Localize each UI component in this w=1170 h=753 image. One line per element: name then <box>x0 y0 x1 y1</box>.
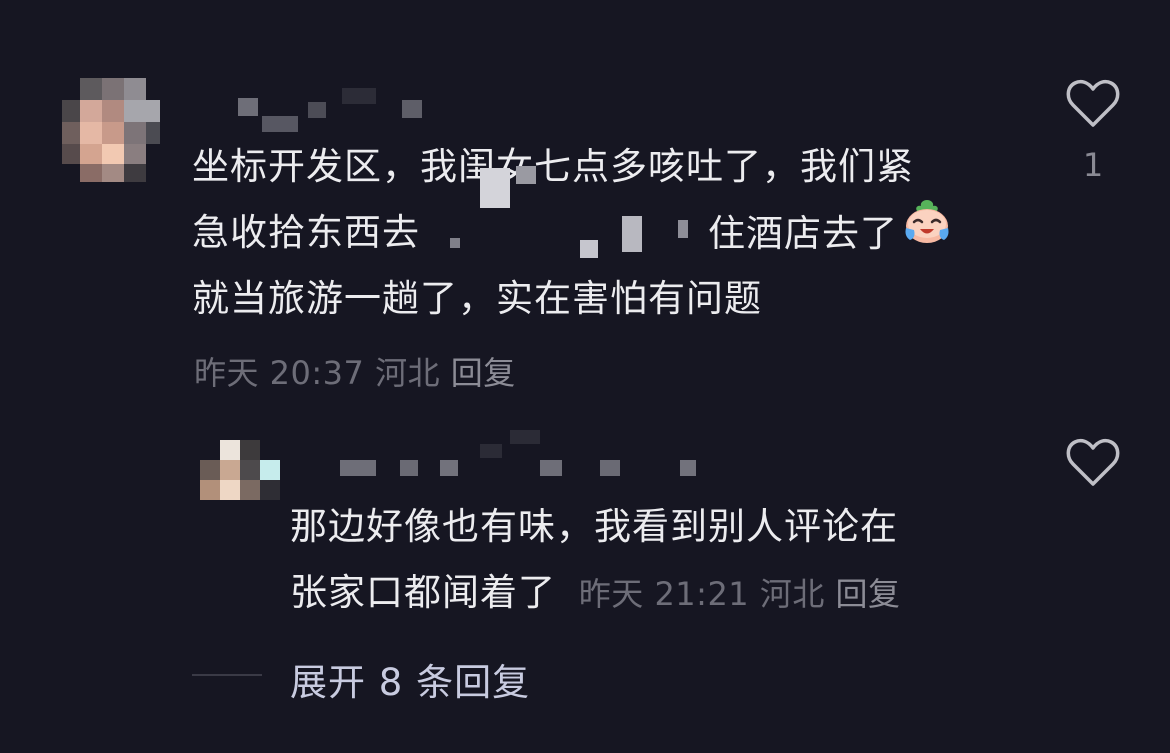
reply-text-line-1: 那边好像也有味，我看到别人评论在 <box>290 505 898 548</box>
username[interactable] <box>340 430 720 484</box>
like-button[interactable] <box>1066 79 1120 129</box>
comment-meta: 昨天 20:37 河北 回复 <box>194 348 516 394</box>
reply-button[interactable]: 回复 <box>836 575 901 613</box>
comment-location: 河北 <box>375 354 441 392</box>
comment-text-line-2b: 住酒店去了 <box>708 200 952 271</box>
like-count: 1 <box>1082 146 1104 184</box>
heart-icon <box>1066 79 1120 127</box>
comment-text-line-3: 就当旅游一趟了，实在害怕有问题 <box>192 277 762 320</box>
divider <box>192 674 262 676</box>
comment-text-line-2a: 急收拾东西去 <box>192 211 420 254</box>
reply-location: 河北 <box>759 575 825 613</box>
username[interactable] <box>238 88 428 136</box>
reply-meta: 昨天 21:21 河北 回复 <box>579 575 901 613</box>
reply-button[interactable]: 回复 <box>451 354 516 392</box>
expand-replies-button[interactable]: 展开 8 条回复 <box>290 652 530 706</box>
avatar[interactable] <box>200 440 282 502</box>
comment-text-line-1: 坐标开发区，我闺女七点多咳吐了，我们紧 <box>192 145 914 188</box>
comment-time: 昨天 20:37 <box>194 354 365 392</box>
like-button[interactable] <box>1066 438 1120 488</box>
reply-text-line-2: 张家口都闻着了 昨天 21:21 河北 回复 <box>290 571 901 614</box>
redacted-text <box>450 166 700 266</box>
reply-time: 昨天 21:21 <box>578 575 750 613</box>
avatar[interactable] <box>62 78 160 182</box>
heart-icon <box>1066 438 1120 486</box>
crying-laughing-emoji-icon <box>902 196 952 267</box>
